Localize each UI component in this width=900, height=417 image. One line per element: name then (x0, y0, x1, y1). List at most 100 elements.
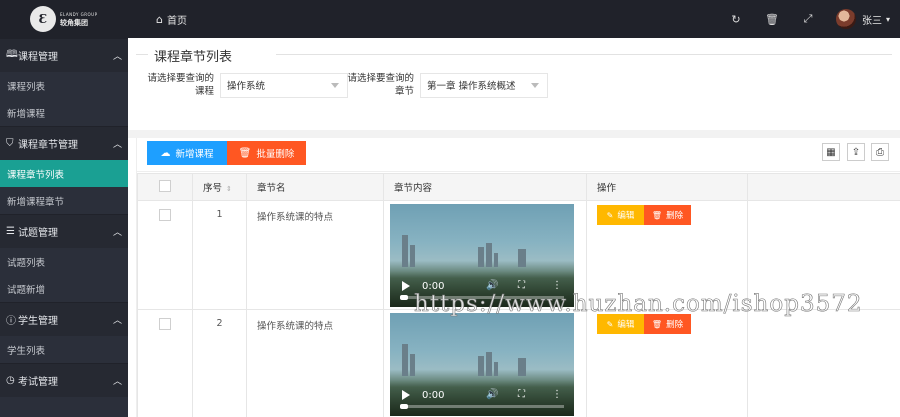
header-empty (747, 173, 900, 201)
info-icon: ⓘ (6, 316, 16, 327)
sidebar-section-students[interactable]: ⓘ 学生管理 ︿ (0, 302, 128, 336)
chapter-select[interactable]: 第一章 操作系统概述 (420, 72, 548, 98)
fullscreen-icon[interactable]: ⛶ (518, 280, 525, 291)
sidebar-item-add-chapter[interactable]: 新增课程章节 (0, 187, 128, 214)
shield-icon: ⛉ (6, 138, 14, 149)
page-title-bar: 课程章节列表 (136, 46, 892, 65)
course-select-value: 操作系统 (227, 81, 266, 92)
more-options-icon[interactable]: ⋮ (552, 280, 562, 291)
logo-mark-icon: Ɛ (30, 6, 56, 32)
fullscreen-icon[interactable]: ⤢ (790, 12, 826, 26)
add-course-button[interactable]: ☁ 新增课程 (147, 141, 227, 165)
chevron-down-icon[interactable]: ▾ (886, 15, 890, 24)
course-filter: 请选择要查询的课程 操作系统 (144, 72, 348, 98)
volume-icon[interactable]: 🔊 (486, 280, 498, 291)
trash-icon: 🗑 (651, 319, 663, 329)
chapter-filter-label: 请选择要查询的章节 (347, 73, 414, 97)
clock-icon: ◷ (6, 375, 15, 386)
refresh-icon[interactable]: ↻ (718, 13, 754, 26)
sidebar-item-chapter-list[interactable]: 课程章节列表 (0, 160, 128, 187)
sidebar-item-add-course[interactable]: 新增课程 (0, 99, 128, 126)
logo-text-line2: 较角集团 (60, 19, 88, 27)
add-course-label: 新增课程 (175, 149, 214, 160)
table-card: ☁ 新增课程 🗑 批量删除 ▦ ⇪ ⎙ 序号 ⇕ 章节名 章节内容 操作 1 操… (136, 138, 900, 417)
chapter-select-value: 第一章 操作系统概述 (427, 81, 516, 92)
sidebar-item-student-list[interactable]: 学生列表 (0, 336, 128, 363)
chevron-up-icon: ︿ (112, 140, 122, 150)
row-no: 2 (192, 309, 247, 417)
chapter-filter: 请选择要查询的章节 第一章 操作系统概述 (344, 72, 548, 98)
select-all-checkbox[interactable] (159, 179, 171, 192)
delete-button[interactable]: 🗑 删除 (644, 205, 691, 225)
list-icon: ☰ (6, 226, 15, 237)
header-content: 章节内容 (383, 173, 587, 201)
header-no[interactable]: 序号 ⇕ (192, 173, 247, 201)
volume-icon[interactable]: 🔊 (486, 389, 498, 400)
chevron-up-icon: ︿ (112, 377, 122, 387)
video-player[interactable]: 0:00 🔊 ⛶ ⋮ (390, 313, 574, 416)
header-op: 操作 (586, 173, 748, 201)
book-icon: 🕮 (6, 49, 18, 60)
row-checkbox[interactable] (159, 318, 171, 330)
more-options-icon[interactable]: ⋮ (552, 389, 562, 400)
home-label: 首页 (166, 15, 187, 27)
sidebar-item-add-question[interactable]: 试题新增 (0, 275, 128, 302)
pencil-icon: ✎ (606, 319, 614, 329)
sidebar-item-course-list[interactable]: 课程列表 (0, 72, 128, 99)
delete-button[interactable]: 🗑 删除 (644, 314, 691, 334)
print-icon[interactable]: ⎙ (871, 143, 889, 161)
sort-icon[interactable]: ⇕ (226, 185, 232, 193)
avatar[interactable] (835, 9, 856, 29)
home-link[interactable]: ⌂ 首页 (156, 12, 187, 27)
play-icon[interactable] (402, 281, 410, 291)
edit-button[interactable]: ✎ 编辑 (597, 314, 644, 334)
sidebar-section-exams[interactable]: ◷ 考试管理 ︿ (0, 363, 128, 397)
user-name[interactable]: 张三 (862, 12, 882, 27)
video-time: 0:00 (422, 390, 445, 401)
sidebar-section-questions[interactable]: ☰ 试题管理 ︿ (0, 214, 128, 248)
logo-text-line1: ELANDY GROUP (60, 12, 98, 17)
trash-icon: 🗑 (651, 210, 663, 220)
cloud-upload-icon: ☁ (160, 147, 171, 159)
batch-delete-label: 批量删除 (256, 149, 295, 160)
sidebar-section-label: 课程章节管理 (18, 140, 78, 151)
chevron-up-icon: ︿ (112, 228, 122, 238)
video-progress[interactable] (400, 404, 564, 409)
edit-button[interactable]: ✎ 编辑 (597, 205, 644, 225)
pencil-icon: ✎ (606, 210, 614, 220)
sidebar-section-course[interactable]: 🕮 课程管理 ︿ (0, 38, 128, 72)
clear-cache-icon[interactable]: 🗑 (754, 13, 790, 26)
home-icon: ⌂ (156, 12, 163, 26)
header-name: 章节名 (246, 173, 384, 201)
columns-filter-icon[interactable]: ▦ (822, 143, 840, 161)
batch-delete-button[interactable]: 🗑 批量删除 (227, 141, 306, 165)
course-select[interactable]: 操作系统 (220, 72, 348, 98)
row-no: 1 (192, 200, 247, 310)
sidebar-section-label: 试题管理 (18, 228, 58, 239)
table-row: 2 操作系统课的特点 0:00 🔊 ⛶ ⋮ ✎ 编辑 🗑 删除 (137, 309, 900, 417)
trash-icon: 🗑 (238, 147, 252, 159)
header-checkbox-cell (137, 173, 193, 201)
export-icon[interactable]: ⇪ (847, 143, 865, 161)
sidebar-section-label: 学生管理 (18, 316, 58, 327)
chevron-up-icon: ︿ (112, 316, 122, 326)
sidebar-section-label: 课程管理 (18, 52, 58, 63)
play-icon[interactable] (402, 390, 410, 400)
row-checkbox[interactable] (159, 209, 171, 221)
course-filter-label: 请选择要查询的课程 (147, 73, 214, 97)
row-name: 操作系统课的特点 (246, 309, 384, 417)
chevron-down-icon (531, 82, 539, 88)
chevron-up-icon: ︿ (112, 52, 122, 62)
video-controls: 0:00 🔊 ⛶ ⋮ (390, 380, 574, 416)
sidebar: Ɛ ELANDY GROUP 较角集团 🕮 课程管理 ︿ 课程列表 新增课程 ⛉… (0, 0, 128, 417)
logo: Ɛ ELANDY GROUP 较角集团 (0, 0, 128, 38)
row-name: 操作系统课的特点 (246, 200, 384, 310)
watermark-text: https://www.huzhan.com/ishop3572 (414, 291, 863, 318)
sidebar-item-question-list[interactable]: 试题列表 (0, 248, 128, 275)
fullscreen-icon[interactable]: ⛶ (518, 389, 525, 400)
main-content: 课程章节列表 请选择要查询的课程 操作系统 请选择要查询的章节 第一章 操作系统… (128, 38, 900, 417)
top-bar: ⌂ 首页 ↻ 🗑 ⤢ 张三 ▾ (128, 0, 900, 38)
sidebar-section-label: 考试管理 (18, 377, 58, 388)
sidebar-section-chapter[interactable]: ⛉ 课程章节管理 ︿ (0, 126, 128, 160)
chevron-down-icon (331, 82, 339, 88)
